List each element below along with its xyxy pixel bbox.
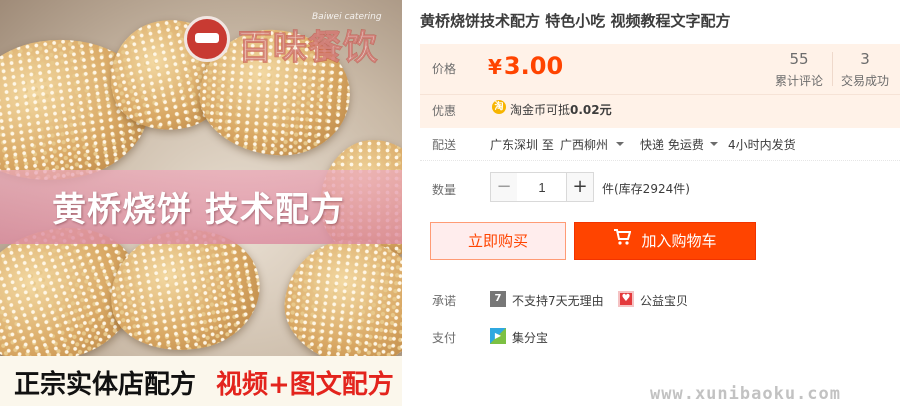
promo-label: 优惠 (432, 104, 457, 118)
promo-text-amount: 0.02元 (570, 103, 612, 117)
shipping-destination-value: 广西柳州 (560, 138, 609, 152)
price-currency: ¥ (488, 55, 502, 79)
shipping-label: 配送 (432, 138, 457, 152)
chevron-down-icon[interactable] (616, 142, 624, 146)
shipping-destination-select[interactable]: 广西柳州 (560, 136, 608, 153)
product-details: 黄桥烧饼技术配方 特色小吃 视频教程文字配方 价格 ¥3.00 55 累计评论 … (420, 0, 900, 406)
price-value: ¥3.00 (488, 52, 563, 80)
promo-text-prefix: 淘金币可抵 (510, 103, 571, 117)
add-to-cart-button[interactable]: 加入购物车 (574, 222, 756, 260)
payment-item-jifenbao[interactable]: 集分宝 (512, 329, 548, 346)
product-main-image[interactable]: 百味餐饮 Baiwei catering 黄桥烧饼 技术配方 正宗实体店配方 视… (0, 0, 402, 406)
brand-logo-text: 百味餐饮 (238, 29, 378, 68)
price-amount: 3.00 (503, 52, 564, 80)
promise-label: 承诺 (432, 294, 457, 308)
add-to-cart-label: 加入购物车 (641, 232, 717, 250)
stat-transactions: 3 交易成功 (830, 50, 900, 89)
taojinbi-coin-icon: 淘 (492, 100, 506, 114)
sesame-bun-image (278, 233, 402, 372)
product-title: 黄桥烧饼技术配方 特色小吃 视频教程文字配方 (420, 12, 731, 30)
promise-item-no-7day-return[interactable]: 不支持7天无理由 (512, 292, 604, 309)
brand-logo-subtext: Baiwei catering (312, 12, 382, 22)
shipping-dispatch-time: 4小时内发货 (728, 138, 796, 152)
site-watermark: www.xunibaoku.com (650, 384, 841, 404)
stat-reviews-label: 累计评论 (774, 74, 823, 88)
image-banner-text: 黄桥烧饼 技术配方 (52, 190, 345, 230)
quantity-decrease-button[interactable]: − (490, 172, 518, 202)
stat-transactions-count: 3 (860, 50, 870, 68)
chevron-down-icon[interactable] (710, 142, 718, 146)
brand-logo-badge-icon (184, 16, 230, 62)
shipping-row: 配送 广东深圳 至 广西柳州 快递 免运费 4小时内发货 (420, 136, 900, 158)
brand-logo: 百味餐饮 Baiwei catering (184, 12, 402, 72)
shipping-origin: 广东深圳 至 (490, 138, 554, 152)
promo-divider (420, 94, 900, 95)
price-label: 价格 (432, 62, 457, 76)
shipping-method-select[interactable]: 快递 免运费 (640, 136, 704, 153)
stat-transactions-label: 交易成功 (840, 74, 889, 88)
stock-text: 件(库存2924件) (602, 182, 690, 196)
payment-label: 支付 (432, 331, 457, 345)
quantity-input[interactable] (517, 172, 567, 202)
promise-item-charity[interactable]: 公益宝贝 (640, 292, 688, 309)
image-bottom-text-black: 正宗实体店配方 (14, 370, 197, 400)
cart-icon (613, 222, 632, 258)
jifenbao-icon: ▶ (490, 328, 506, 344)
shipping-method-value: 快递 免运费 (640, 138, 704, 152)
charity-icon: ♥ (618, 291, 634, 307)
image-bottom-text-red: 视频+图文配方 (216, 370, 394, 400)
price-panel: 价格 ¥3.00 55 累计评论 3 交易成功 优惠 淘 淘金币可抵0.02元 (420, 44, 900, 128)
stat-reviews[interactable]: 55 累计评论 (764, 50, 834, 89)
stat-reviews-count: 55 (789, 50, 809, 68)
quantity-increase-button[interactable]: + (566, 172, 594, 202)
section-divider (420, 160, 900, 161)
no-7day-return-icon: 7 (490, 291, 506, 307)
quantity-stepper: − + (490, 172, 594, 202)
promo-text: 淘金币可抵0.02元 (510, 101, 612, 118)
quantity-label: 数量 (432, 183, 457, 197)
buy-now-button[interactable]: 立即购买 (430, 222, 566, 260)
